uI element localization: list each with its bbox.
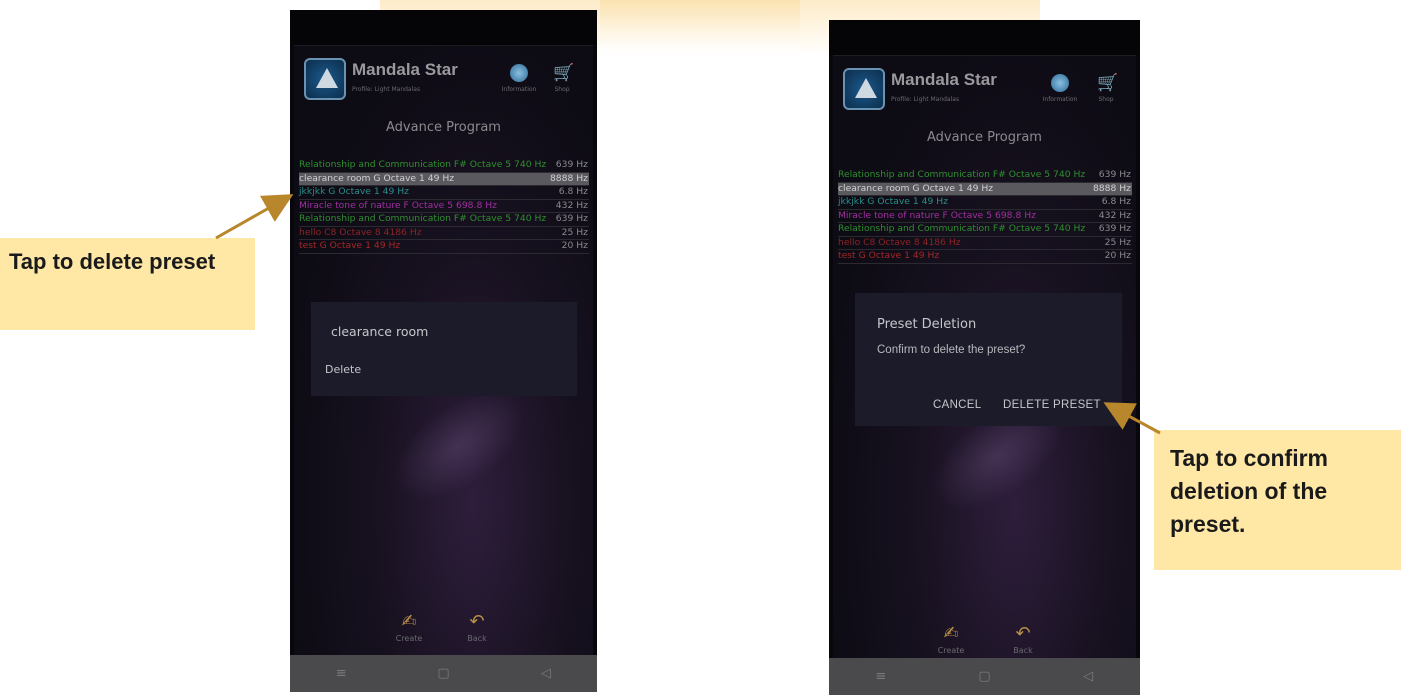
callout-arrows xyxy=(215,194,1161,435)
arrow-to-delete-button xyxy=(1103,402,1161,435)
arrow-to-preset xyxy=(215,194,294,240)
